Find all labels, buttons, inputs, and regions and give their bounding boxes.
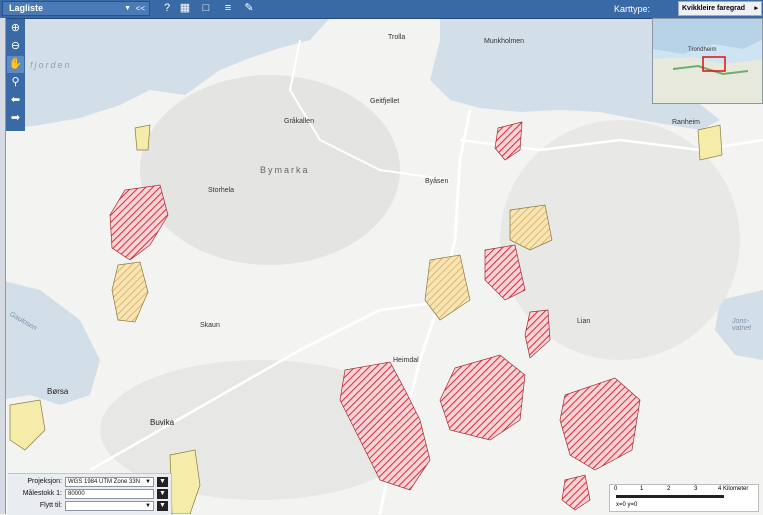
pan-icon[interactable]: ✋ xyxy=(7,56,24,73)
scale-button[interactable]: ▼ xyxy=(157,489,168,499)
fjord-water-southwest xyxy=(0,280,100,405)
back-icon[interactable]: ⬅ xyxy=(7,92,24,109)
projection-label: Projeksjon: xyxy=(27,478,62,485)
scale-bar: 0 1 2 3 4 Kilometer x=0 y=0 xyxy=(609,484,759,512)
zoom-box-icon[interactable]: ⚲ xyxy=(7,74,24,91)
chevron-right-icon: ▸ xyxy=(754,5,758,12)
bottom-panel: Projeksjon: WGS 1984 UTM Zone 33N ▼ ▼ Mål… xyxy=(8,473,172,515)
scale-tick: 2 xyxy=(667,486,671,492)
overview-map-graphic xyxy=(653,19,762,103)
map-type-label: Karttype: xyxy=(614,4,651,14)
list-icon[interactable]: ≡ xyxy=(219,1,237,16)
overview-map[interactable]: Trondheim xyxy=(652,18,763,104)
scale-tick: 3 xyxy=(694,486,698,492)
scale-label: Målestokk 1: xyxy=(22,490,62,497)
scale-tick: 1 xyxy=(640,486,644,492)
hazard-zone-north-red xyxy=(494,121,523,161)
move-label: Flytt til: xyxy=(39,502,62,509)
move-button[interactable]: ▼ xyxy=(157,501,168,511)
hazard-zone-midtown-orange xyxy=(424,254,471,321)
chevron-down-icon: ▼ xyxy=(145,503,151,509)
hazard-zone-ranheim-yellow xyxy=(697,124,723,161)
collapse-button[interactable]: << xyxy=(136,2,145,15)
header-bar: Lagliste ▼ << ? ▦ □ ≡ ✎ Karttype: Kvikkl… xyxy=(0,0,763,19)
chevron-down-icon: ▼ xyxy=(124,5,131,12)
navigation-toolbar: ⊕ ⊖ ✋ ⚲ ⬅ ➡ xyxy=(6,19,25,131)
draw-icon[interactable]: ✎ xyxy=(240,1,258,16)
hazard-zone-west-orange xyxy=(111,261,149,323)
hazard-zone-southeast-red xyxy=(561,474,591,511)
hazard-zone-west-red xyxy=(109,184,169,261)
help-icon[interactable]: ? xyxy=(158,1,176,16)
scale-value: 80000 xyxy=(68,491,85,497)
move-select[interactable]: ▼ xyxy=(65,501,154,511)
hazard-zone-borsa-yellow xyxy=(9,399,46,451)
map-canvas[interactable] xyxy=(0,0,763,514)
zoom-out-icon[interactable]: ⊖ xyxy=(7,38,24,55)
hazard-zone-central-red xyxy=(439,354,526,441)
scale-input[interactable]: 80000 xyxy=(65,489,154,499)
hazard-zone-lian-red xyxy=(524,309,551,359)
coordinate-readout: x=0 y=0 xyxy=(616,502,638,508)
layer-list-label: Lagliste xyxy=(9,3,44,13)
zoom-in-icon[interactable]: ⊕ xyxy=(7,20,24,37)
projection-select[interactable]: WGS 1984 UTM Zone 33N ▼ xyxy=(65,477,154,487)
overview-city-label: Trondheim xyxy=(688,47,717,53)
scale-bar-track xyxy=(616,495,724,498)
hazard-zone-east-red xyxy=(559,377,641,471)
hazard-zone-buvika-yellow xyxy=(169,449,201,514)
map-type-select[interactable]: Kvikkleire faregrad ▸ xyxy=(678,1,762,16)
terrain-bymarka xyxy=(140,75,400,265)
comment-icon[interactable]: □ xyxy=(197,1,215,16)
scale-tick: 4 Kilometer xyxy=(718,486,749,492)
map-type-value: Kvikkleire faregrad xyxy=(682,5,746,12)
projection-value: WGS 1984 UTM Zone 33N xyxy=(68,479,141,485)
projection-button[interactable]: ▼ xyxy=(157,477,168,487)
grid-icon[interactable]: ▦ xyxy=(176,1,194,16)
layer-list-select[interactable]: Lagliste ▼ << xyxy=(2,1,150,16)
forward-icon[interactable]: ➡ xyxy=(7,110,24,127)
chevron-down-icon: ▼ xyxy=(145,479,151,485)
hazard-zone-west-yellow xyxy=(134,124,151,151)
scale-tick: 0 xyxy=(614,486,618,492)
